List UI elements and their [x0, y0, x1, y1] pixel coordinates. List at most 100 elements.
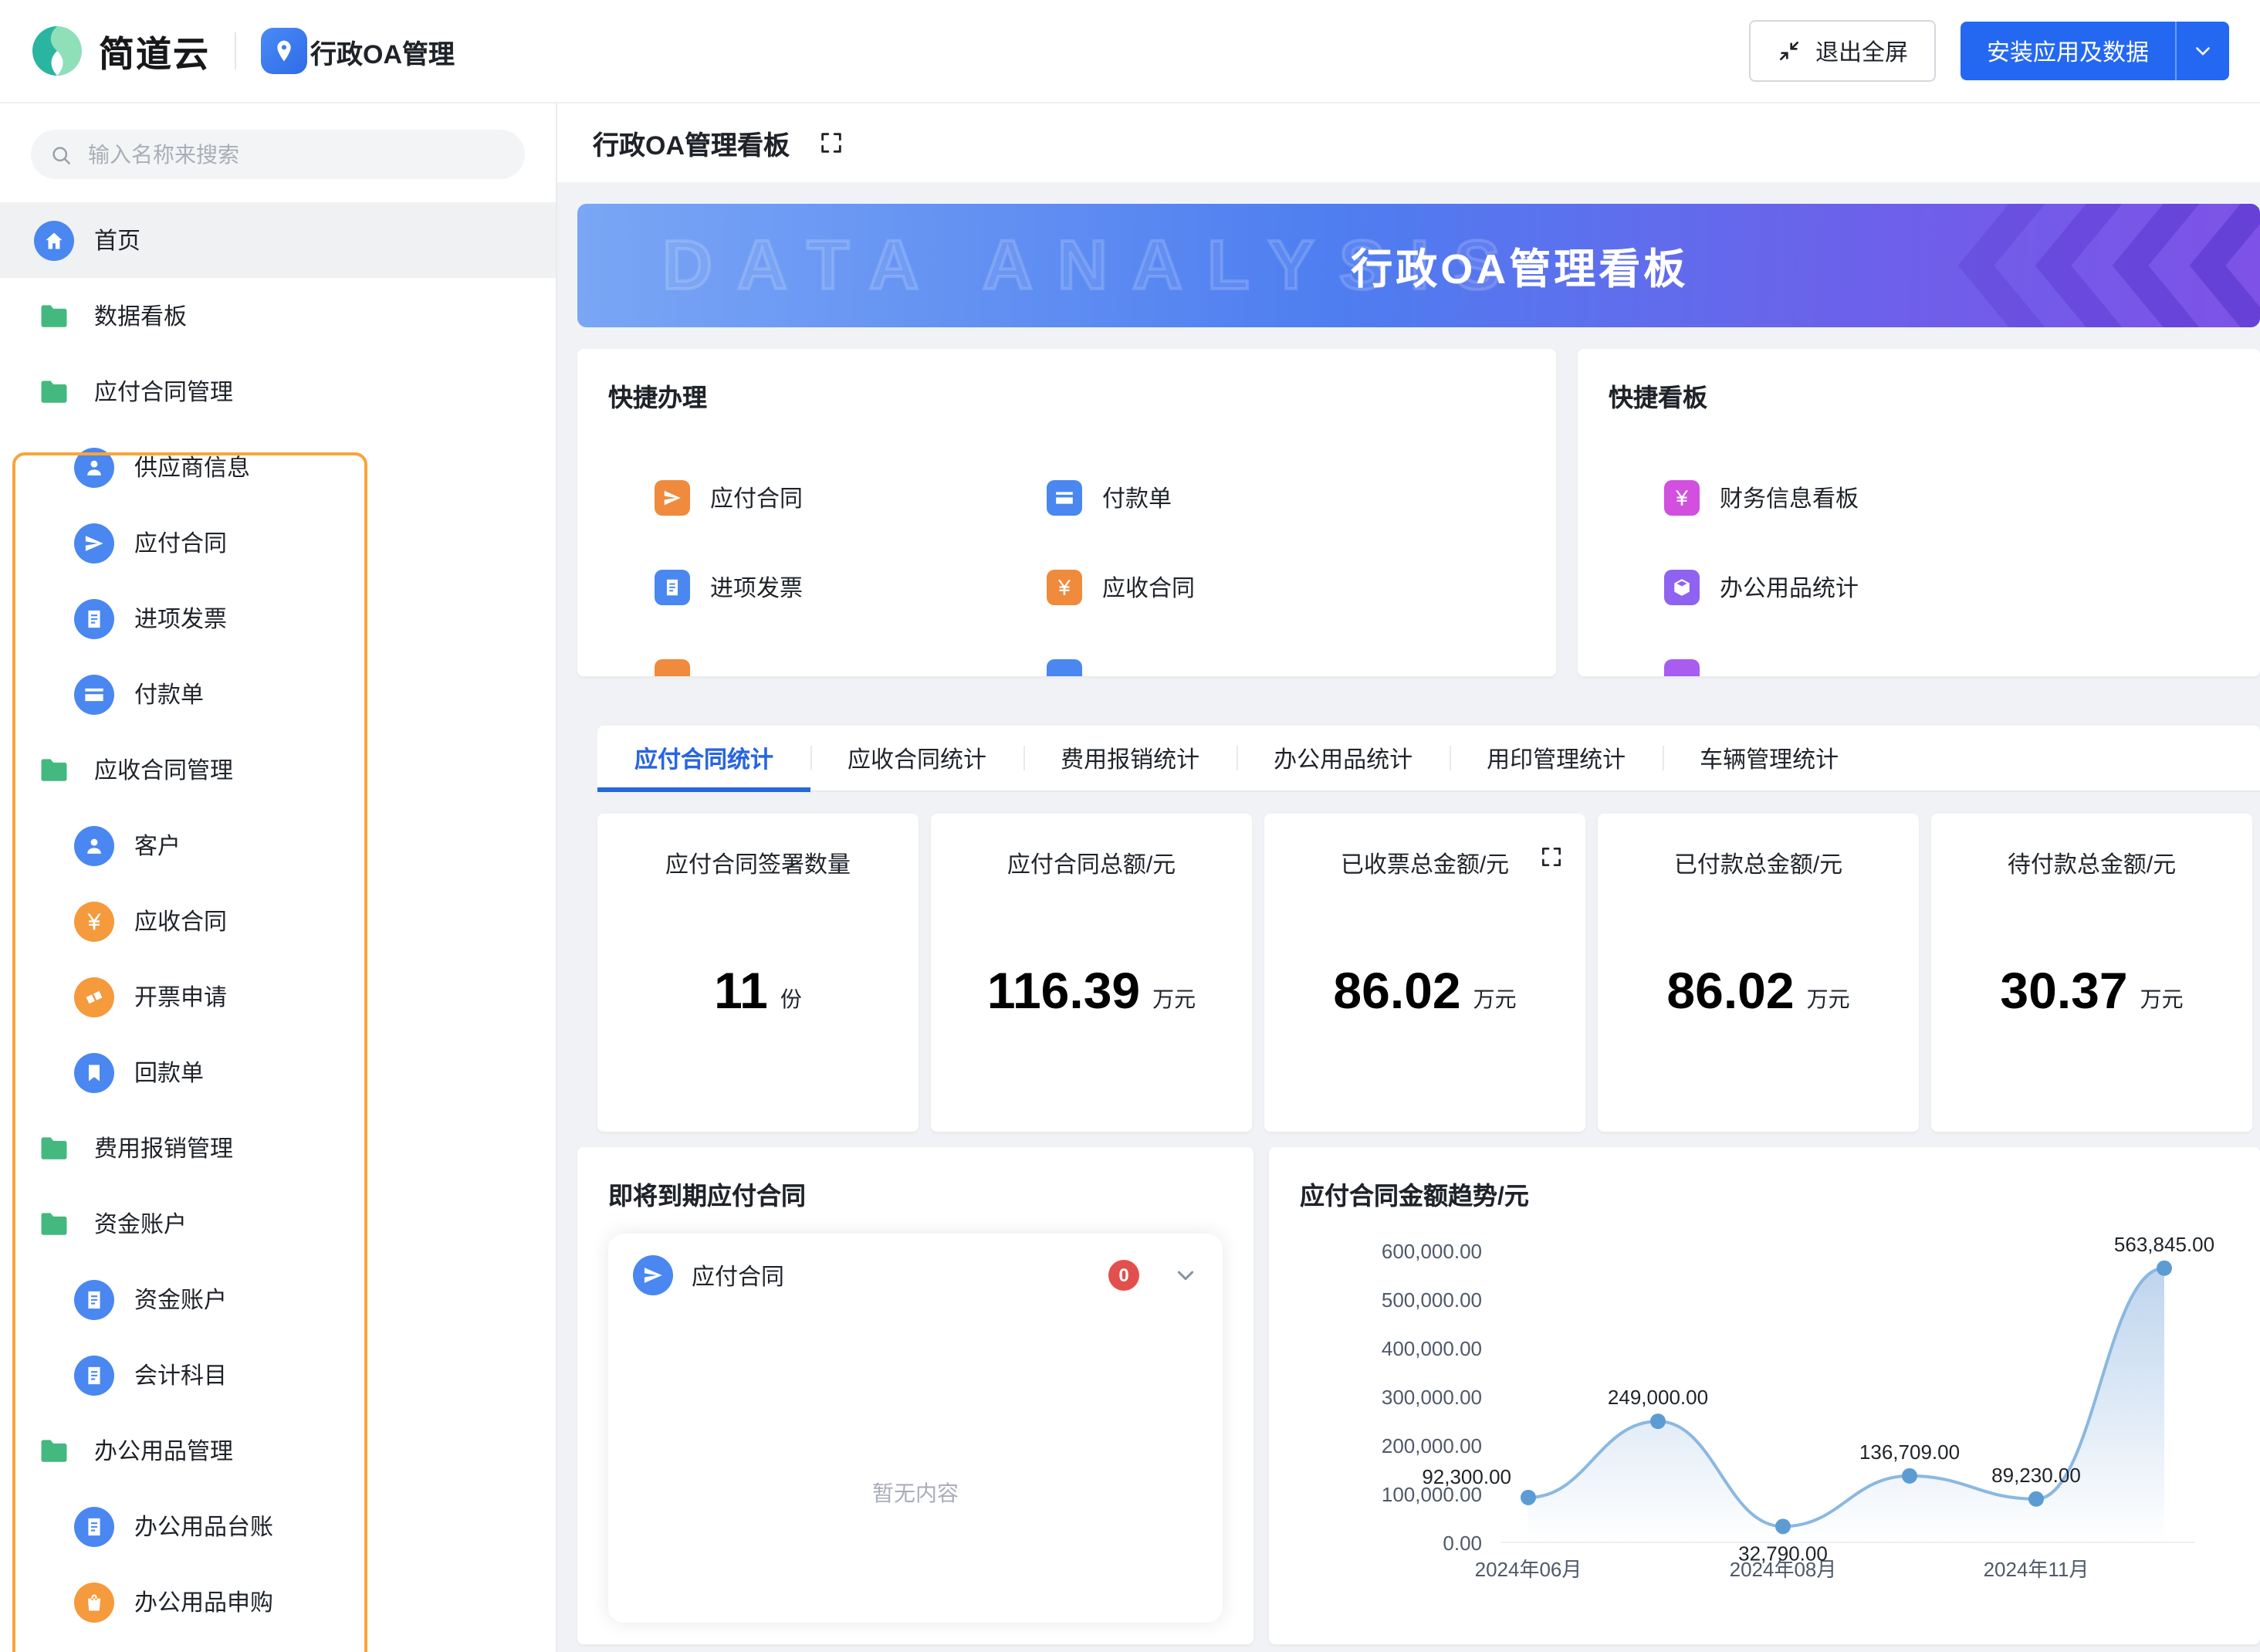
- doc-icon: [74, 1506, 114, 1546]
- sidebar-item-receivable-contract[interactable]: 应收合同: [0, 883, 556, 959]
- app-root: 简道云 行政OA管理 退出全屏 安装应用及数据 首页: [0, 0, 2260, 1652]
- sidebar-item-fund-account-folder[interactable]: 资金账户: [0, 1186, 556, 1261]
- send-icon: [633, 1255, 673, 1295]
- svg-text:2024年11月: 2024年11月: [1984, 1558, 2089, 1581]
- sidebar-item-label: 供应商信息: [134, 451, 250, 483]
- stat-value: 116.39: [987, 961, 1140, 1020]
- sidebar-item-label: 办公用品申购: [134, 1586, 273, 1618]
- stat-title: 已收票总金额/元: [1341, 848, 1509, 880]
- tab-seal-management-stats[interactable]: 用印管理统计: [1450, 726, 1663, 790]
- stat-unit: 万元: [2140, 983, 2184, 1014]
- install-app-label[interactable]: 安装应用及数据: [1961, 22, 2175, 80]
- sidebar-item-label: 应付合同: [134, 526, 227, 559]
- jiandaoyun-logo-icon: [31, 25, 83, 77]
- sidebar-item-receivable-contract-management[interactable]: 应收合同管理: [0, 732, 556, 807]
- partial-icon: [1664, 659, 1700, 676]
- svg-text:89,230.00: 89,230.00: [1991, 1464, 2081, 1487]
- sidebar-item-label: 资金账户: [134, 1283, 227, 1315]
- sidebar-item-invoicing-request[interactable]: 开票申请: [0, 959, 556, 1034]
- expiring-contract-group[interactable]: 应付合同 0 暂无内容: [608, 1234, 1223, 1623]
- quick-board-finance[interactable]: 财务信息看板: [1664, 480, 1859, 516]
- stat-title: 已付款总金额/元: [1674, 848, 1842, 880]
- tab-office-supplies-stats[interactable]: 办公用品统计: [1237, 726, 1450, 790]
- sidebar-item-label: 会计科目: [134, 1359, 227, 1391]
- sidebar-item-office-supplies-management[interactable]: 办公用品管理: [0, 1413, 556, 1488]
- search-input[interactable]: [85, 140, 506, 168]
- sidebar-item-supplier-info[interactable]: 供应商信息: [0, 429, 556, 505]
- quick-actions-card: 快捷办理 应付合同 付款单 进项发票 应收合同: [577, 349, 1556, 676]
- box-icon: [1664, 570, 1700, 605]
- quick-board-partial[interactable]: [1664, 659, 1700, 676]
- quick-action-partial[interactable]: [1047, 659, 1082, 676]
- sidebar-menu: 首页 数据看板 应付合同管理 供应商信息 应付合同 进项发票: [0, 202, 556, 1640]
- tab-vehicle-management-stats[interactable]: 车辆管理统计: [1663, 726, 1876, 790]
- quick-action-payable-contract[interactable]: 应付合同: [655, 480, 803, 516]
- partial-icon: [1047, 659, 1082, 676]
- folder-icon: [34, 1430, 74, 1471]
- brand-logo[interactable]: 简道云: [0, 25, 210, 77]
- sidebar-item-office-supplies-ledger[interactable]: 办公用品台账: [0, 1488, 556, 1564]
- tab-label: 应付合同统计: [634, 742, 773, 774]
- app-name: 行政OA管理: [310, 32, 455, 70]
- count-badge: 0: [1108, 1260, 1139, 1291]
- finance-board-icon: [1664, 480, 1700, 516]
- sidebar-item-expense-reimbursement-management[interactable]: 费用报销管理: [0, 1110, 556, 1186]
- main-content: 行政OA管理看板 DATA ANALYSIS 行政OA管理看板 快捷办理: [556, 102, 2260, 1652]
- quick-board-office-supplies[interactable]: 办公用品统计: [1664, 570, 1859, 605]
- dashboard-body: DATA ANALYSIS 行政OA管理看板 快捷办理 应付合同: [556, 182, 2260, 1652]
- svg-text:2024年06月: 2024年06月: [1475, 1558, 1582, 1581]
- quick-action-partial[interactable]: [655, 659, 690, 676]
- quick-action-input-invoice[interactable]: 进项发票: [655, 570, 803, 605]
- sidebar-item-label: 进项发票: [134, 602, 227, 635]
- svg-text:500,000.00: 500,000.00: [1382, 1288, 1482, 1312]
- sidebar-item-customer[interactable]: 客户: [0, 807, 556, 883]
- stat-card-total-amount: 应付合同总额/元 116.39万元: [931, 814, 1252, 1132]
- sidebar-search[interactable]: [31, 130, 525, 179]
- sidebar-item-data-dashboard[interactable]: 数据看板: [0, 278, 556, 354]
- stat-unit: 份: [780, 983, 802, 1014]
- sidebar-item-payment-order[interactable]: 付款单: [0, 656, 556, 732]
- sidebar-item-office-supplies-purchase[interactable]: 办公用品申购: [0, 1564, 556, 1640]
- invoice-icon: [74, 598, 114, 638]
- tab-label: 用印管理统计: [1487, 742, 1626, 774]
- folder-icon: [34, 1203, 74, 1244]
- svg-text:300,000.00: 300,000.00: [1382, 1386, 1482, 1409]
- folder-icon: [34, 750, 74, 790]
- folder-icon: [34, 371, 74, 411]
- tab-label: 应收合同统计: [848, 742, 986, 774]
- exit-fullscreen-button[interactable]: 退出全屏: [1749, 20, 1936, 82]
- sidebar-item-input-invoice[interactable]: 进项发票: [0, 581, 556, 656]
- sidebar-item-accounting-subject[interactable]: 会计科目: [0, 1337, 556, 1413]
- yen-icon: [1047, 570, 1082, 605]
- tab-payable-contract-stats[interactable]: 应付合同统计: [597, 726, 810, 790]
- stat-card-signed-count: 应付合同签署数量 11份: [597, 814, 919, 1132]
- sidebar-item-label: 费用报销管理: [94, 1132, 233, 1164]
- stat-value: 11: [714, 961, 768, 1020]
- quick-boards-card: 快捷看板 财务信息看板 办公用品统计: [1578, 349, 2260, 676]
- tab-expense-stats[interactable]: 费用报销统计: [1023, 726, 1237, 790]
- search-icon: [49, 143, 73, 166]
- page-title: 行政OA管理看板: [593, 123, 790, 161]
- chevron-down-icon[interactable]: [1173, 1263, 1198, 1288]
- sidebar-item-home[interactable]: 首页: [0, 202, 556, 278]
- exit-fullscreen-icon: [1777, 39, 1802, 63]
- sidebar-item-fund-account[interactable]: 资金账户: [0, 1261, 556, 1337]
- folder-icon: [34, 1128, 74, 1168]
- install-app-button[interactable]: 安装应用及数据: [1961, 22, 2229, 80]
- fullscreen-icon[interactable]: [1539, 845, 1564, 869]
- svg-text:563,845.00: 563,845.00: [2114, 1233, 2214, 1256]
- sidebar-item-label: 应付合同管理: [94, 375, 233, 408]
- page-titlebar: 行政OA管理看板: [556, 102, 2260, 182]
- expiring-contracts-card: 即将到期应付合同 应付合同 0 暂无内容: [577, 1147, 1253, 1644]
- sidebar-item-label: 数据看板: [94, 300, 187, 332]
- sidebar-item-label: 回款单: [134, 1056, 204, 1088]
- install-dropdown-toggle[interactable]: [2175, 22, 2229, 80]
- fullscreen-icon[interactable]: [817, 129, 844, 155]
- quick-action-payment-order[interactable]: 付款单: [1047, 480, 1172, 516]
- quick-action-receivable-contract[interactable]: 应收合同: [1047, 570, 1195, 605]
- sidebar-item-payable-contract[interactable]: 应付合同: [0, 505, 556, 581]
- top-header: 简道云 行政OA管理 退出全屏 安装应用及数据: [0, 0, 2260, 103]
- sidebar-item-repayment-order[interactable]: 回款单: [0, 1034, 556, 1110]
- sidebar-item-payable-contract-management[interactable]: 应付合同管理: [0, 354, 556, 429]
- tab-receivable-contract-stats[interactable]: 应收合同统计: [810, 726, 1023, 790]
